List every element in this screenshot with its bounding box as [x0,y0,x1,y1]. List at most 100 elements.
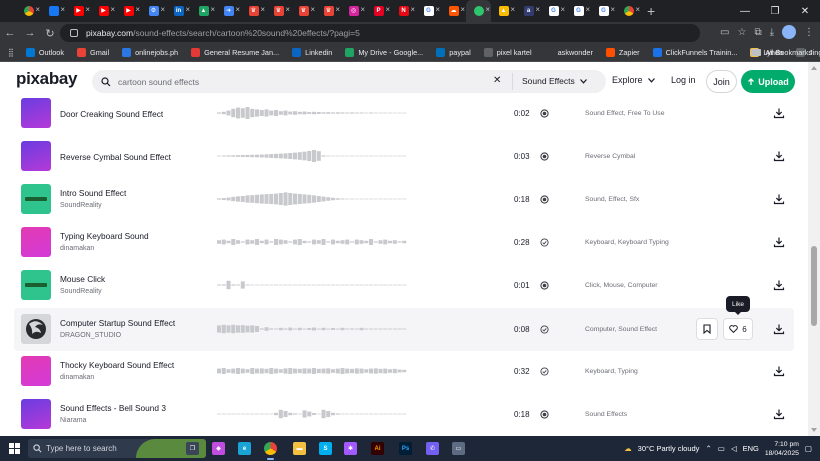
join-button[interactable]: Join [706,70,737,93]
maximize-button[interactable]: ❐ [760,0,790,22]
browser-tab[interactable]: ♛ × [266,0,291,22]
close-tab-icon[interactable]: × [535,5,540,14]
back-button[interactable]: ← [0,27,20,39]
browser-tab[interactable]: × [466,0,491,22]
browser-tab[interactable]: ▲ × [491,0,516,22]
browser-tab[interactable]: × [16,0,41,22]
sound-row[interactable]: Mouse Click SoundReality 0:01 Click, Mouse,… [14,264,794,307]
sound-title[interactable]: Door Creaking Sound Effect [60,109,163,119]
browser-tab[interactable]: ♛ × [316,0,341,22]
sound-title[interactable]: Sound Effects - Bell Sound 3 [60,403,166,413]
browser-tab[interactable]: × [41,0,66,22]
sound-author[interactable]: dinamakan [60,374,94,381]
waveform[interactable] [217,273,407,297]
browser-tab[interactable]: G × [541,0,566,22]
sound-author[interactable]: dinamakan [60,245,94,252]
bookmark-item[interactable]: paypal [436,48,471,57]
close-tab-icon[interactable]: × [435,5,440,14]
photoshop-icon[interactable]: Ps [399,442,412,455]
close-tab-icon[interactable]: × [110,5,115,14]
search-input[interactable]: cartoon sound effects [118,77,199,87]
browser-tab[interactable]: G × [566,0,591,22]
bookmark-item[interactable]: ClickFunnels Trainin... [652,48,737,57]
close-tab-icon[interactable]: × [60,5,65,14]
sound-tags[interactable]: Keyboard, Keyboard Typing [585,239,669,246]
sound-author[interactable]: Niarama [60,417,86,424]
address-field[interactable]: pixabay.com/sound-effects/search/cartoon… [60,24,700,42]
close-tab-icon[interactable]: × [360,5,365,14]
sound-author[interactable]: DRAGON_STUDIO [60,332,121,339]
close-tab-icon[interactable]: × [410,5,415,14]
illustrator-icon[interactable]: Ai [371,442,384,455]
close-tab-icon[interactable]: × [285,5,290,14]
waveform[interactable] [217,359,407,383]
sound-thumbnail[interactable] [21,141,51,171]
close-window-button[interactable]: ✕ [790,0,820,22]
task-view-icon[interactable]: ❐ [186,442,199,455]
minimize-button[interactable]: — [730,0,760,22]
figma-icon[interactable]: ✱ [344,442,357,455]
like-button[interactable]: 6 [723,318,753,340]
browser-tab[interactable]: ▶ × [116,0,141,22]
scroll-down-arrow[interactable] [811,428,817,432]
close-tab-icon[interactable]: × [185,5,190,14]
waveform[interactable] [217,230,407,254]
close-tab-icon[interactable]: × [310,5,315,14]
sound-tags[interactable]: Computer, Sound Effect [585,326,657,333]
browser-tab[interactable]: G × [416,0,441,22]
sound-thumbnail[interactable] [21,184,51,214]
download-icon[interactable] [773,150,785,162]
browser-tab[interactable]: ◎ × [341,0,366,22]
sound-tags[interactable]: Reverse Cymbal [585,153,635,160]
download-icon[interactable] [773,107,785,119]
browser-tab[interactable]: ⚙ × [141,0,166,22]
sound-thumbnail[interactable] [21,270,51,300]
start-button[interactable] [4,436,24,461]
sound-title[interactable]: Mouse Click [60,274,105,284]
waveform[interactable] [217,317,407,341]
sound-row[interactable]: Door Creaking Sound Effect 0:02 Sound Effe… [14,92,794,135]
download-icon[interactable] [773,323,785,335]
sound-row[interactable]: Sound Effects - Bell Sound 3 Niarama 0:18 S… [14,393,794,436]
sound-row[interactable]: Reverse Cymbal Sound Effect 0:03 Reverse C… [14,135,794,178]
site-info-icon[interactable] [70,29,78,37]
bookmark-item[interactable]: Gmail [77,48,109,57]
browser-tab[interactable]: ♛ × [241,0,266,22]
bookmark-item[interactable]: askwonder [544,48,593,57]
skype-icon[interactable]: S [319,442,332,455]
edge-icon[interactable]: e [238,442,251,455]
star-icon[interactable]: ☆ [737,27,746,38]
explorer-icon[interactable]: ▬ [293,442,306,455]
bookmark-item[interactable]: pixel kartel [483,48,532,57]
menu-icon[interactable]: ⋮ [804,27,814,38]
sound-thumbnail[interactable] [21,356,51,386]
close-tab-icon[interactable]: × [210,5,215,14]
browser-tab[interactable]: P × [366,0,391,22]
language-indicator[interactable]: ENG [743,444,759,453]
close-tab-icon[interactable]: × [585,5,590,14]
copilot-icon[interactable]: ◆ [212,442,225,455]
sound-author[interactable]: SoundReality [60,288,102,295]
sound-tags[interactable]: Keyboard, Typing [585,368,638,375]
sound-tags[interactable]: Click, Mouse, Computer [585,282,658,289]
volume-icon[interactable]: ◁ [731,444,737,453]
pixabay-logo[interactable]: pixabay [16,69,78,89]
close-tab-icon[interactable]: × [635,5,640,14]
all-bookmarks-button[interactable]: All Bookmarks [751,48,812,57]
photos-icon[interactable]: ▭ [452,442,465,455]
close-tab-icon[interactable]: × [560,5,565,14]
download-icon[interactable] [773,236,785,248]
profile-avatar[interactable] [782,25,796,39]
waveform[interactable] [217,101,407,125]
download-icon[interactable]: ⤓ [770,27,774,38]
login-link[interactable]: Log in [671,75,696,85]
sound-row[interactable]: Thocky Keyboard Sound Effect dinamakan 0:3… [14,350,794,393]
download-icon[interactable] [773,279,785,291]
bookmark-item[interactable]: My Drive - Google... [345,48,423,57]
sound-author[interactable]: SoundReality [60,202,102,209]
sound-thumbnail[interactable] [21,314,51,344]
bookmark-button[interactable] [696,318,718,340]
sound-tags[interactable]: Sound Effect, Free To Use [585,110,664,117]
browser-tab[interactable]: ➜ × [216,0,241,22]
close-tab-icon[interactable]: × [135,5,140,14]
